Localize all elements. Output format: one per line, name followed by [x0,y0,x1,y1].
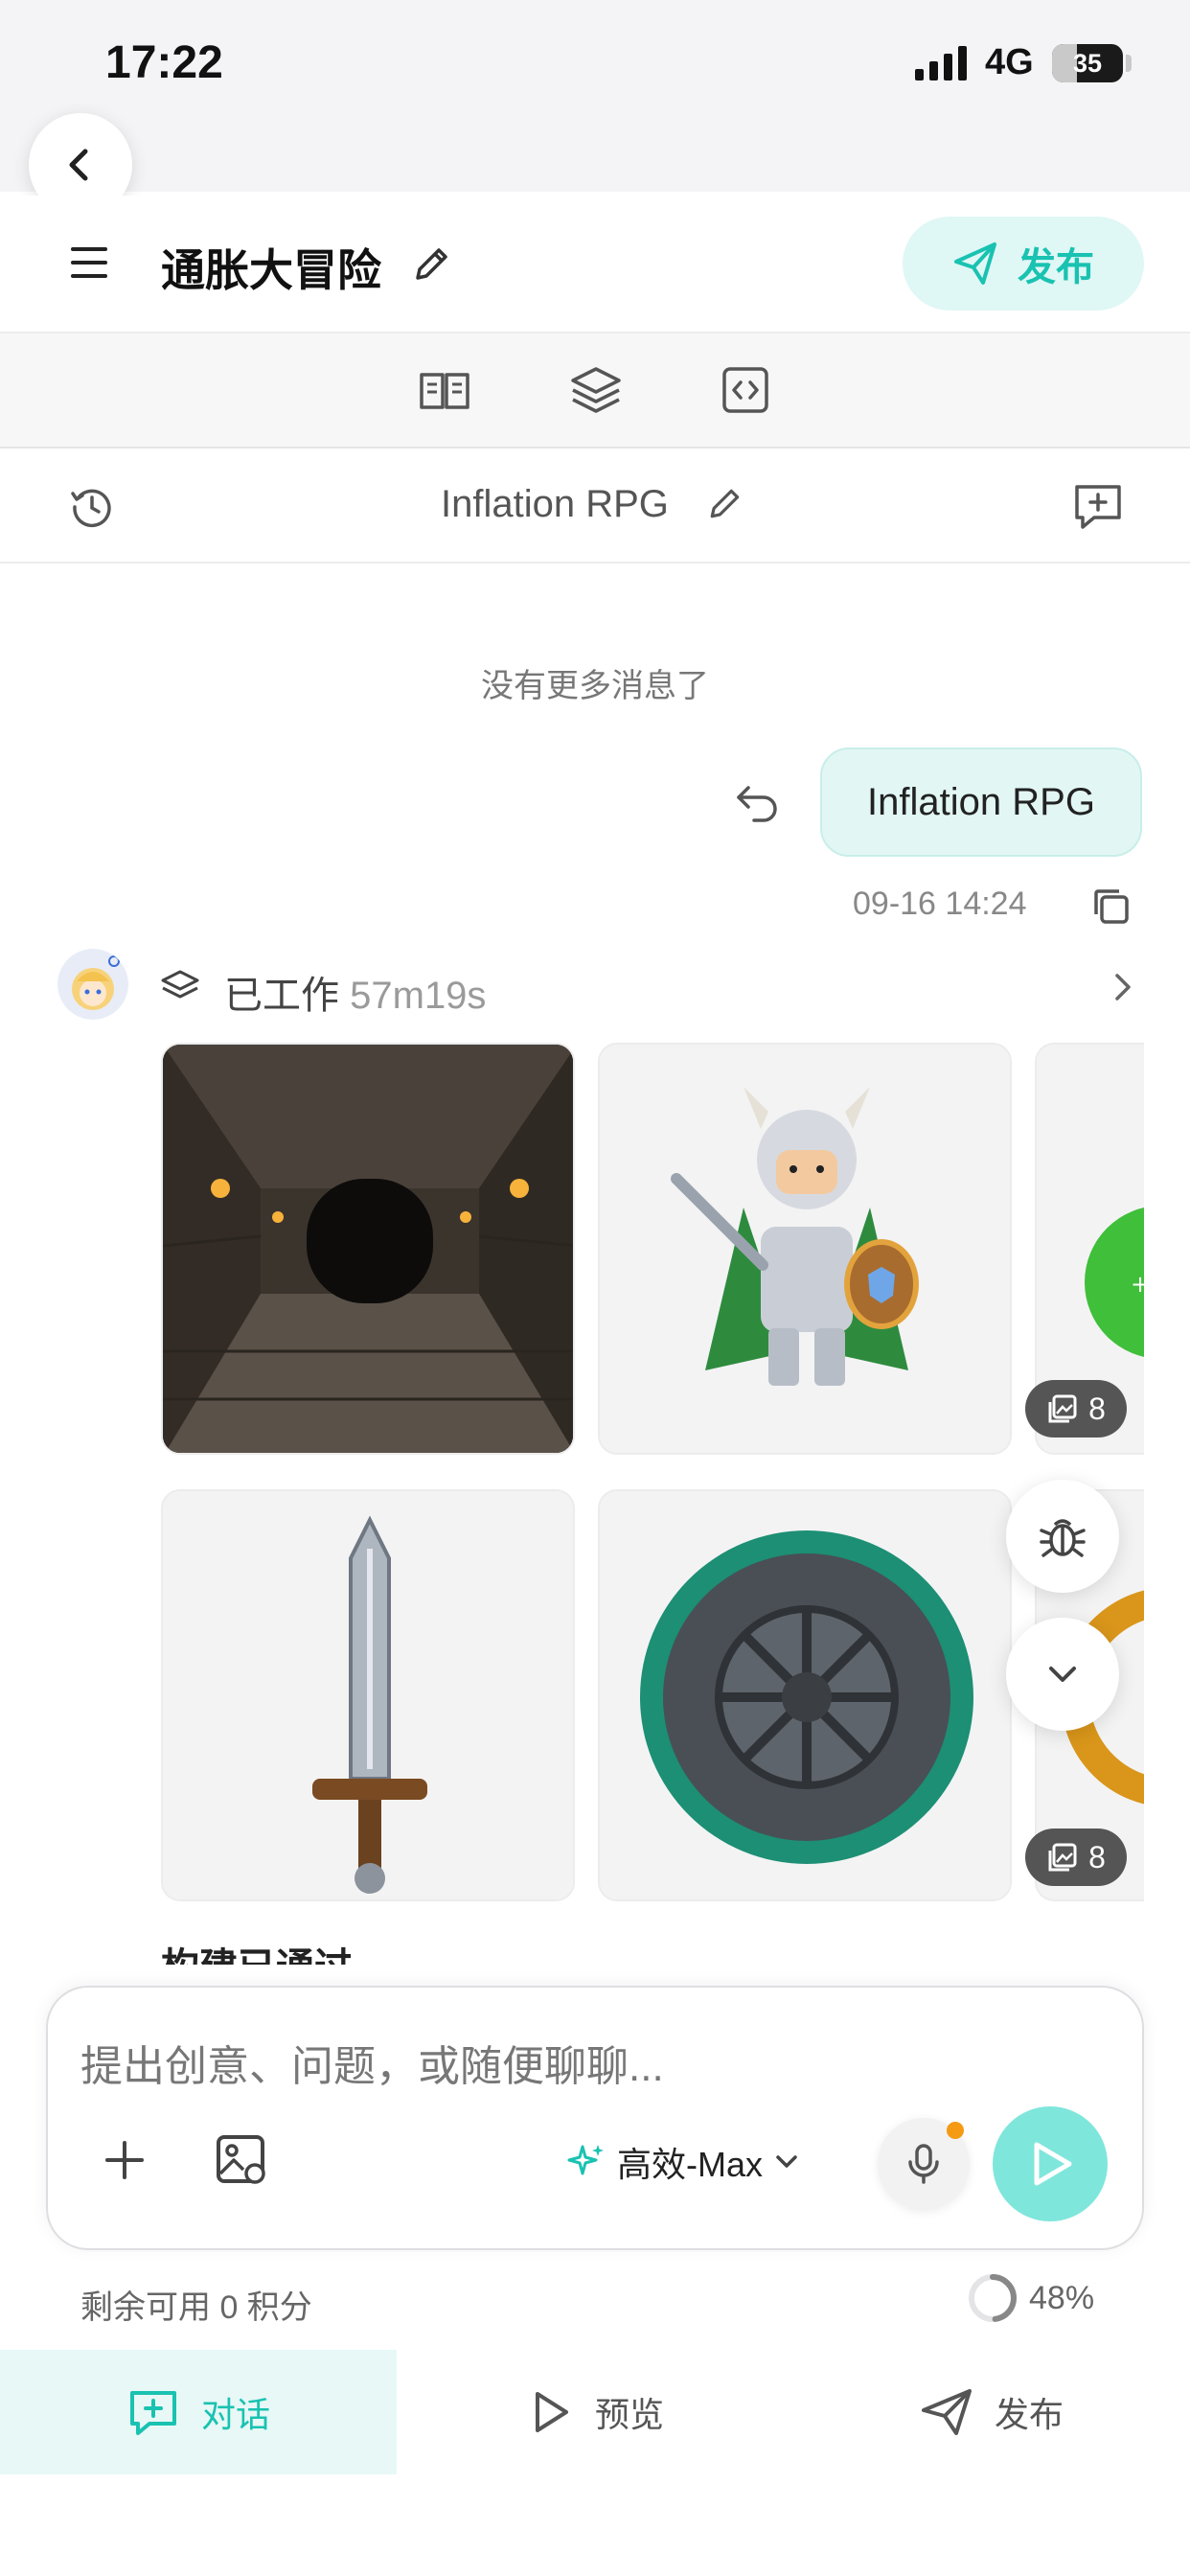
battery-percent: 35 [1072,49,1103,78]
play-icon [535,2392,568,2432]
copy-icon[interactable] [1090,886,1131,926]
undo-icon[interactable] [733,780,781,824]
send-plane-icon [954,242,996,285]
message-timestamp: 09-16 14:24 [853,886,1027,922]
message-input[interactable]: 提出创意、问题，或随便聊聊... [80,2032,664,2093]
send-button[interactable] [993,2106,1108,2221]
image-count-badge[interactable]: 8 [1025,1380,1127,1438]
menu-icon[interactable] [69,245,109,280]
knight-image [600,1045,1010,1453]
layers-icon[interactable] [567,361,625,419]
image-tile-knight[interactable] [598,1043,1012,1455]
battery-tip [1126,55,1132,72]
image-tile-shield[interactable] [598,1489,1012,1901]
bot-avatar [57,949,128,1020]
signal-icon [915,46,967,80]
battery-icon: 35 [1052,44,1123,82]
status-bar [0,0,1190,192]
shield-image [600,1491,1010,1899]
nav-preview-label: 预览 [594,2395,664,2434]
no-more-messages: 没有更多消息了 [481,668,709,704]
image-count: 8 [1088,1391,1106,1426]
chevron-right-icon[interactable] [1108,968,1138,1006]
bug-icon [1040,1519,1086,1557]
send-plane-icon [921,2389,972,2435]
worked-duration: 57m19s [350,975,487,1017]
microphone-icon [908,2144,939,2184]
scroll-down-button[interactable] [1006,1618,1119,1731]
context-usage: 48% [966,2271,1094,2325]
history-icon[interactable] [69,484,115,530]
worked-label: 已工作 [224,975,339,1017]
gallery-icon [1048,1394,1077,1423]
image-count-badge[interactable]: 8 [1025,1828,1127,1886]
conversation-title: Inflation RPG [441,483,669,525]
image-settings-icon[interactable] [215,2133,268,2187]
status-time: 17:22 [105,37,223,88]
model-name: 高效-Max [617,2145,763,2184]
publish-label: 发布 [1018,246,1094,288]
chat-icon [129,2391,176,2435]
composer [46,1986,1144,2250]
plus-icon[interactable] [102,2137,148,2183]
book-icon[interactable] [416,361,473,419]
nav-publish[interactable]: 发布 [793,2350,1190,2474]
chevron-left-icon [69,149,88,181]
layers-icon [161,970,199,999]
chevron-down-icon [776,2155,797,2168]
sparkle-icon [567,2145,604,2175]
user-message-bubble: Inflation RPG [820,748,1142,857]
dungeon-image [163,1045,573,1453]
play-send-icon [1034,2142,1072,2186]
image-tile-sword[interactable] [161,1489,575,1901]
nav-chat[interactable]: 对话 [0,2350,397,2474]
pencil-icon[interactable] [410,243,452,286]
usage-percent: 48% [1029,2279,1095,2316]
recording-indicator [947,2122,964,2139]
credits-remaining: 剩余可用 0 积分 [80,2289,312,2326]
nav-chat-label: 对话 [200,2395,270,2434]
image-tile-dungeon[interactable] [161,1043,575,1455]
gallery-icon [1048,1843,1077,1872]
nav-publish-label: 发布 [994,2395,1064,2434]
model-select[interactable]: 高效-Max [565,2139,801,2185]
usage-ring [969,2274,1017,2322]
page-title: 通胀大冒险 [161,245,381,295]
publish-button[interactable]: 发布 [903,217,1144,310]
chevron-down-icon [1049,1667,1076,1682]
code-icon[interactable] [717,361,774,419]
new-chat-icon[interactable] [1071,481,1125,531]
svg-text:+: + [1131,1271,1144,1298]
image-count: 8 [1088,1839,1106,1874]
pencil-icon[interactable] [705,485,744,523]
nav-preview[interactable]: 预览 [397,2350,793,2474]
debug-button[interactable] [1006,1480,1119,1593]
assistant-text-cutoff: 构建已通过 [161,1945,353,1965]
sword-image [163,1491,573,1899]
work-status: 已工作 57m19s [224,964,486,1020]
network-type: 4G [985,42,1034,82]
